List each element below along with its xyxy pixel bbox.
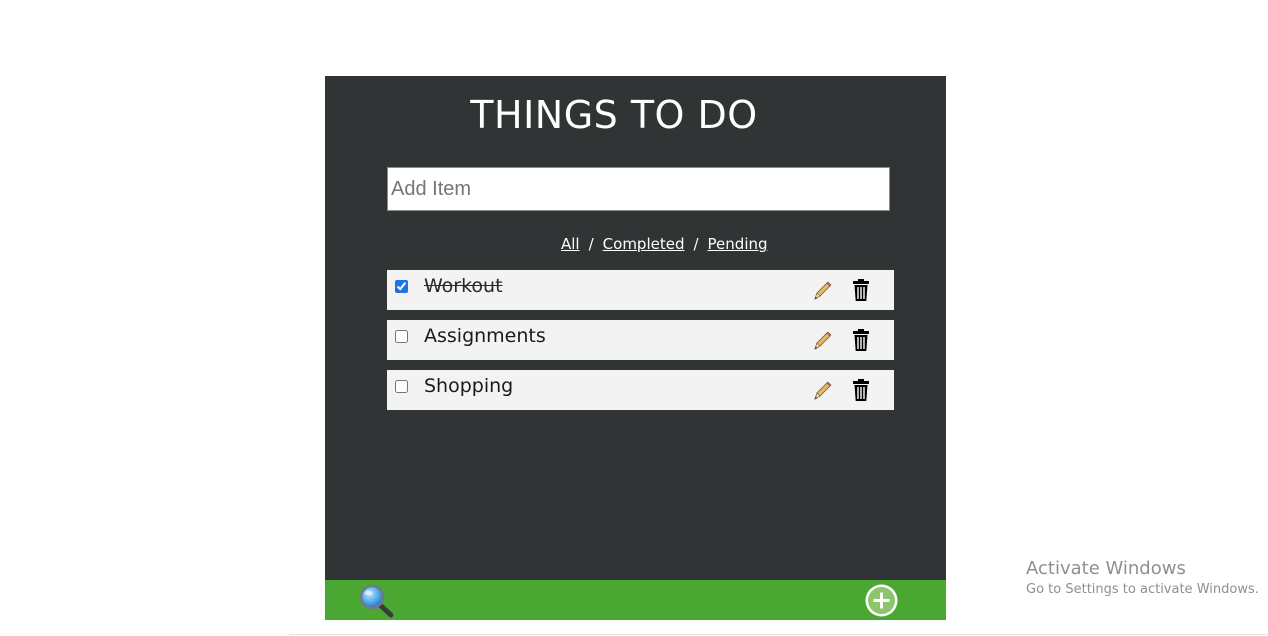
pencil-icon[interactable] [811,280,833,302]
trash-icon[interactable] [852,378,870,402]
search-icon[interactable] [358,584,394,618]
todo-item: Shopping [387,370,894,410]
trash-icon[interactable] [852,328,870,352]
filter-separator: / [693,235,699,253]
todo-item: Assignments [387,320,894,360]
todo-text: Workout [424,275,503,297]
filter-completed-link[interactable]: Completed [603,235,685,253]
plus-circle-icon[interactable] [864,583,899,618]
pencil-icon[interactable] [811,330,833,352]
add-item-input[interactable] [387,167,890,211]
watermark-subtitle: Go to Settings to activate Windows. [1026,582,1259,597]
watermark-title: Activate Windows [1026,558,1186,579]
todo-item: Workout [387,270,894,310]
todo-list: Workout Assignments Shopping [387,270,894,420]
filter-pending-link[interactable]: Pending [708,235,768,253]
todo-text: Shopping [424,375,514,397]
todo-checkbox[interactable] [395,330,408,343]
filter-bar: All / Completed / Pending [561,234,768,254]
app-title: THINGS TO DO [470,93,758,137]
pencil-icon[interactable] [811,380,833,402]
todo-checkbox[interactable] [395,380,408,393]
filter-separator: / [588,235,594,253]
todo-app: THINGS TO DO All / Completed / Pending Worko… [325,76,946,620]
todo-checkbox[interactable] [395,280,408,293]
activate-windows-watermark: Activate Windows Go to Settings to activ… [1026,557,1259,599]
todo-text: Assignments [424,325,546,347]
filter-all-link[interactable]: All [561,235,580,253]
trash-icon[interactable] [852,278,870,302]
divider [289,634,1268,635]
footer-bar [325,580,946,620]
